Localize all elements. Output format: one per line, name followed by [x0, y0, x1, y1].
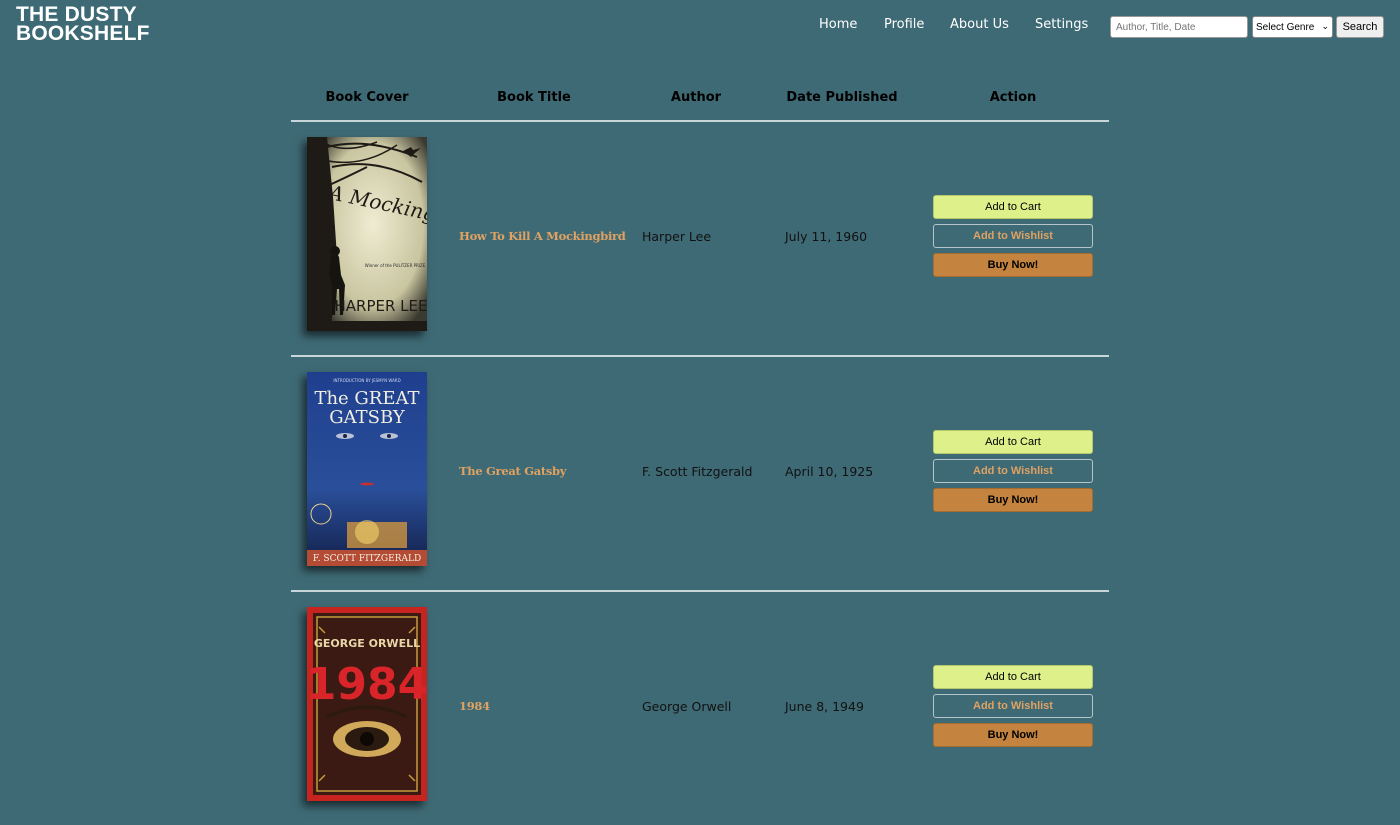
add-to-cart-button[interactable]: Add to Cart	[933, 195, 1093, 219]
chevron-down-icon: ⌄	[1321, 21, 1329, 31]
book-cover-mockingbird[interactable]: To Kill A Mockingbird Winner of the PULI…	[307, 137, 427, 331]
nav-link-profile[interactable]: Profile	[884, 17, 924, 32]
book-date: July 11, 1960	[785, 229, 868, 244]
mockingbird-cover-image: To Kill A Mockingbird Winner of the PULI…	[307, 137, 427, 331]
search-button[interactable]: Search	[1336, 16, 1384, 38]
books-table: Book Cover Book Title Author Date Publis…	[291, 78, 1109, 825]
table-row: GEORGE ORWELL 1984 1984 George Orwell Ju…	[291, 592, 1109, 825]
book-date: April 10, 1925	[785, 464, 874, 479]
genre-select[interactable]: Select Genre ⌄	[1252, 16, 1333, 38]
buy-now-button[interactable]: Buy Now!	[933, 488, 1093, 512]
add-to-wishlist-button[interactable]: Add to Wishlist	[933, 224, 1093, 248]
cover-title-text: 1984	[307, 659, 427, 710]
add-to-wishlist-button[interactable]: Add to Wishlist	[933, 694, 1093, 718]
logo-line-2: BOOKSHELF	[16, 22, 150, 45]
book-cover-1984[interactable]: GEORGE ORWELL 1984	[307, 607, 427, 801]
book-cover-gatsby[interactable]: INTRODUCTION BY JESMYN WARD The GREAT GA…	[307, 372, 427, 566]
cover-intro-text: INTRODUCTION BY JESMYN WARD	[333, 378, 400, 383]
cover-author-text: F. SCOTT FITZGERALD	[313, 554, 421, 564]
column-header-title: Book Title	[497, 90, 571, 105]
cover-author-text: HARPER LEE	[335, 297, 428, 315]
buy-now-button[interactable]: Buy Now!	[933, 723, 1093, 747]
site-header: THE DUSTY BOOKSHELF Home Profile About U…	[0, 0, 1400, 56]
site-logo[interactable]: THE DUSTY BOOKSHELF	[16, 4, 176, 45]
column-header-author: Author	[670, 90, 722, 105]
column-header-action: Action	[989, 90, 1037, 105]
table-row: INTRODUCTION BY JESMYN WARD The GREAT GA…	[291, 357, 1109, 592]
book-title-link[interactable]: 1984	[459, 699, 490, 713]
nav-link-settings[interactable]: Settings	[1035, 17, 1088, 32]
book-title-link[interactable]: The Great Gatsby	[459, 464, 566, 478]
column-header-cover: Book Cover	[325, 90, 409, 105]
book-date: June 8, 1949	[785, 699, 864, 714]
buy-now-button[interactable]: Buy Now!	[933, 253, 1093, 277]
cover-title-line-2: GATSBY	[329, 407, 406, 428]
book-author: George Orwell	[642, 699, 732, 714]
gatsby-cover-image: INTRODUCTION BY JESMYN WARD The GREAT GA…	[307, 372, 427, 566]
nav-link-home[interactable]: Home	[819, 17, 857, 32]
table-header: Book Cover Book Title Author Date Publis…	[291, 78, 1109, 122]
book-title-link[interactable]: How To Kill A Mockingbird	[459, 229, 626, 243]
column-header-date: Date Published	[786, 90, 898, 105]
search-input[interactable]	[1110, 16, 1248, 38]
add-to-cart-button[interactable]: Add to Cart	[933, 430, 1093, 454]
nav-link-about-us[interactable]: About Us	[950, 17, 1009, 32]
cover-prize-text: Winner of the PULITZER PRIZE	[365, 263, 426, 268]
book-author: F. Scott Fitzgerald	[642, 464, 753, 479]
add-to-cart-button[interactable]: Add to Cart	[933, 665, 1093, 689]
add-to-wishlist-button[interactable]: Add to Wishlist	[933, 459, 1093, 483]
cover-author-text: GEORGE ORWELL	[314, 637, 420, 650]
book-author: Harper Lee	[642, 229, 712, 244]
orwell-cover-image: GEORGE ORWELL 1984	[307, 607, 427, 801]
table-row: To Kill A Mockingbird Winner of the PULI…	[291, 122, 1109, 357]
genre-select-value: Select Genre	[1256, 21, 1315, 33]
cover-title-line-1: The GREAT	[314, 388, 419, 409]
